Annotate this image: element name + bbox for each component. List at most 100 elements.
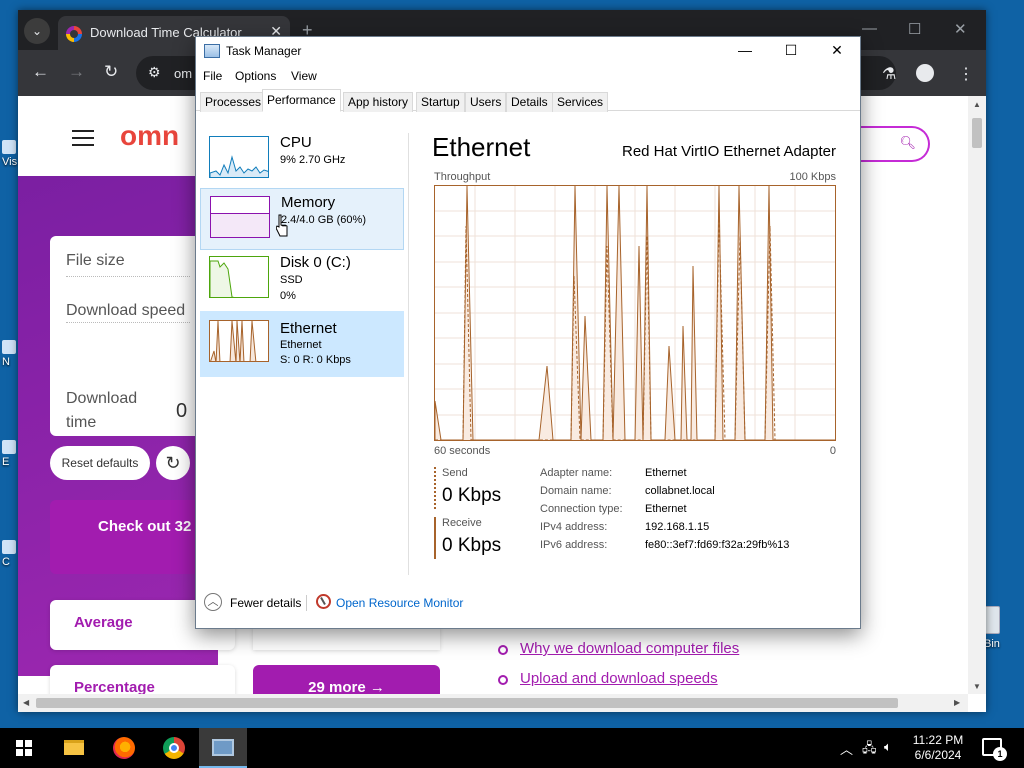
maximize-icon[interactable]: ☐ (908, 20, 921, 38)
maximize-icon[interactable]: ☐ (768, 41, 814, 61)
desktop-icon[interactable]: C (2, 540, 16, 568)
scrollbar-thumb[interactable] (972, 118, 982, 148)
scroll-left-icon[interactable]: ◀ (23, 698, 29, 707)
chevron-up-icon[interactable]: ︿ (204, 593, 222, 611)
pane-divider (408, 133, 409, 575)
taskbar-firefox[interactable] (100, 728, 148, 768)
domain-name-key: Domain name: (540, 485, 612, 497)
resource-list: CPU 9% 2.70 GHz Memory 2.4/4.0 GB (60%) … (200, 129, 404, 577)
receive-value: 0 Kbps (442, 535, 502, 556)
time-span-label: 60 seconds (434, 445, 491, 457)
ethernet-detail-pane: Ethernet Red Hat VirtIO Ethernet Adapter… (432, 129, 838, 579)
search-icon[interactable]: 🔍︎ (899, 135, 916, 151)
desktop-icon[interactable]: N (2, 340, 16, 368)
network-icon[interactable]: 🖧 (862, 739, 877, 761)
vertical-scrollbar[interactable]: ▲ ▼ (968, 96, 986, 694)
link-text[interactable]: Upload and download speeds (520, 670, 718, 687)
recycle-bin-icon (984, 606, 1000, 634)
refresh-icon[interactable]: ↻ (156, 446, 190, 480)
desktop-shortcut-icon (2, 440, 16, 454)
desktop-icon[interactable]: Vis (2, 140, 17, 168)
task-manager-icon (212, 739, 234, 756)
percentage-card[interactable]: Percentage→ (50, 665, 235, 694)
resource-name: Memory (281, 194, 336, 211)
list-item[interactable]: Upload and download speeds (496, 670, 739, 694)
open-resource-monitor-link[interactable]: Open Resource Monitor (336, 596, 463, 610)
link-text[interactable]: Why we download computer files (520, 640, 739, 657)
resource-detail: Ethernet (280, 339, 322, 351)
more-calculators-button[interactable]: 29 more → (253, 665, 440, 694)
tab-services[interactable]: Services (552, 92, 609, 112)
resource-name: Ethernet (280, 320, 337, 337)
download-time-value: 0 (176, 400, 188, 422)
task-manager-icon (204, 44, 220, 58)
tab-performance[interactable]: Performance (262, 89, 341, 112)
start-button[interactable] (0, 728, 48, 768)
fewer-details-link[interactable]: Fewer details (230, 596, 301, 610)
disk-mini-graph (209, 256, 269, 298)
tab-processes[interactable]: Processes (200, 92, 267, 112)
desktop-shortcut-icon (2, 140, 16, 154)
taskbar-file-explorer[interactable] (50, 728, 98, 768)
more-menu-icon[interactable]: ⋮ (958, 64, 974, 84)
scrollbar-thumb[interactable] (36, 698, 898, 708)
list-item[interactable]: Why we download computer files (496, 640, 739, 670)
horizontal-scrollbar[interactable]: ◀ ▶ (18, 694, 968, 712)
forward-icon[interactable]: → (68, 62, 85, 82)
scroll-right-icon[interactable]: ▶ (954, 698, 960, 707)
resource-detail: SSD (280, 274, 303, 286)
resource-detail: 0% (280, 290, 296, 302)
tab-search-button[interactable]: ⌄ (24, 18, 50, 44)
reset-defaults-button[interactable]: Reset defaults (50, 446, 150, 480)
file-size-input[interactable] (66, 276, 190, 277)
reload-icon[interactable]: ↻ (104, 62, 118, 82)
hamburger-menu-icon[interactable] (72, 130, 94, 146)
menu-view[interactable]: View (291, 69, 317, 83)
reset-defaults-label: Reset defaults (61, 456, 139, 470)
title-bar[interactable]: Task Manager — ☐ ✕ (196, 37, 860, 65)
site-info-icon[interactable]: ⚙ (148, 64, 161, 81)
tab-startup[interactable]: Startup (416, 92, 465, 112)
tab-details[interactable]: Details (506, 92, 553, 112)
desktop-icon[interactable]: E (2, 440, 16, 468)
resource-monitor-icon[interactable] (316, 594, 331, 609)
notification-center-icon[interactable]: 1 (982, 738, 1007, 761)
scroll-up-icon[interactable]: ▲ (973, 100, 981, 109)
ethernet-sparkline (210, 321, 257, 361)
scroll-down-icon[interactable]: ▼ (973, 682, 981, 691)
tab-users[interactable]: Users (465, 92, 507, 112)
close-icon[interactable]: ✕ (814, 41, 860, 61)
volume-muted-icon[interactable]: 🔈︎ (884, 739, 892, 755)
minimize-icon[interactable]: — (722, 41, 768, 61)
desktop-icon-label: E (2, 456, 10, 468)
menu-options[interactable]: Options (235, 69, 276, 83)
recycle-bin-label: Bin (984, 638, 1000, 650)
download-speed-input[interactable] (66, 322, 190, 323)
send-legend-bar (434, 467, 436, 509)
resource-memory[interactable]: Memory 2.4/4.0 GB (60%) (200, 188, 404, 250)
minimize-icon[interactable]: — (862, 20, 877, 37)
taskbar-chrome[interactable] (150, 728, 198, 768)
percentage-label: Percentage (74, 679, 155, 694)
profile-avatar-icon[interactable] (916, 64, 934, 82)
download-time-label: Download (66, 390, 138, 407)
resource-disk[interactable]: Disk 0 (C:) SSD 0% (200, 249, 404, 311)
task-manager-footer: ︿ Fewer details Open Resource Monitor (196, 589, 860, 629)
show-hidden-icons-chevron-icon[interactable]: ︿ (840, 739, 853, 758)
resource-ethernet[interactable]: Ethernet Ethernet S: 0 R: 0 Kbps (200, 311, 404, 377)
system-clock[interactable]: 11:22 PM 6/6/2024 (908, 733, 968, 763)
tab-app-history[interactable]: App history (343, 92, 414, 112)
recycle-bin[interactable]: Bin (984, 606, 1020, 650)
close-window-icon[interactable]: ✕ (954, 20, 967, 38)
ipv6-value: fe80::3ef7:fd69:f32a:29fb%13 (645, 539, 790, 551)
taskbar-task-manager[interactable] (199, 728, 247, 768)
back-icon[interactable]: ← (32, 62, 49, 82)
labs-flask-icon[interactable]: ⚗ (882, 64, 896, 84)
hand-cursor-icon (276, 214, 288, 237)
firefox-icon (113, 737, 135, 759)
resource-cpu[interactable]: CPU 9% 2.70 GHz (200, 129, 404, 191)
calculator-card[interactable] (253, 626, 440, 650)
site-logo[interactable]: omn (120, 120, 179, 152)
menu-file[interactable]: File (203, 69, 222, 83)
desktop-shortcut-icon (2, 340, 16, 354)
